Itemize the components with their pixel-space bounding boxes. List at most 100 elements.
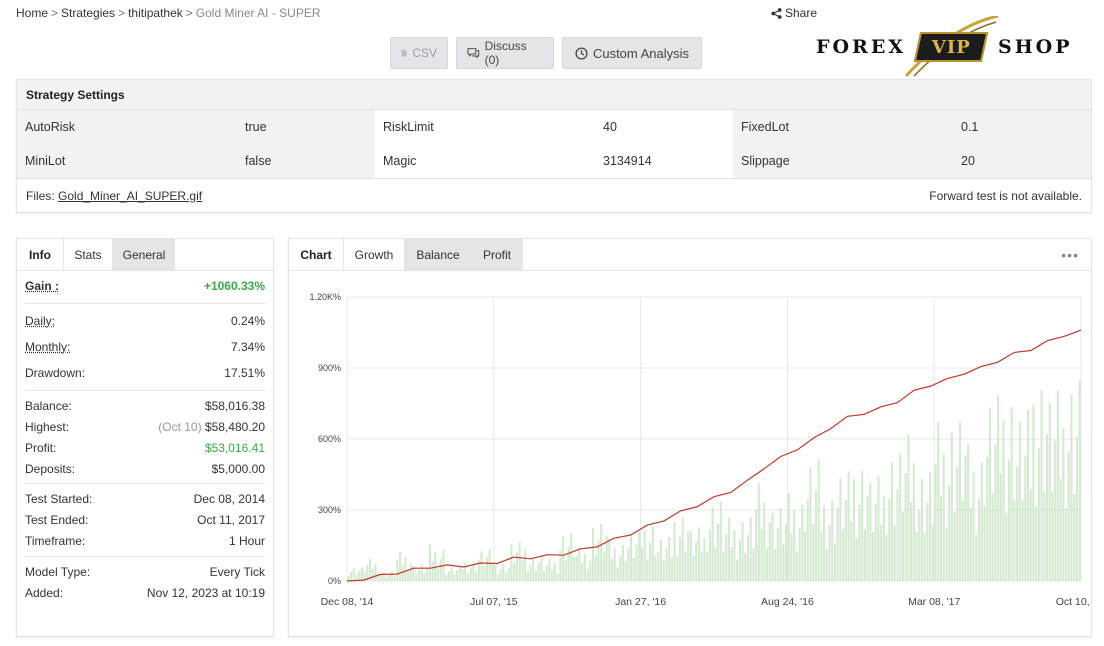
volume-bar xyxy=(581,562,584,581)
share-icon xyxy=(771,7,782,19)
volume-bar xyxy=(910,502,913,581)
volume-bar xyxy=(1073,493,1076,581)
setting-key: RiskLimit xyxy=(383,120,434,134)
tab-stats[interactable]: Stats xyxy=(63,239,113,270)
volume-bar xyxy=(673,522,676,581)
stat-value: Every Tick xyxy=(209,564,265,579)
volume-bar xyxy=(485,557,489,581)
volume-bar xyxy=(812,523,815,581)
volume-bar xyxy=(880,524,883,581)
stats-tabs: Info Stats General xyxy=(17,239,273,271)
volume-bar xyxy=(518,541,521,581)
logo-word-right: SHOP xyxy=(998,36,1073,58)
volume-bar xyxy=(784,523,788,581)
volume-bar xyxy=(621,544,624,581)
tab-chart[interactable]: Chart xyxy=(289,239,343,270)
tab-growth[interactable]: Growth xyxy=(343,239,405,270)
file-icon xyxy=(401,49,407,57)
more-options-icon[interactable]: ••• xyxy=(1061,247,1079,263)
volume-bar xyxy=(795,551,798,581)
file-link[interactable]: Gold_Miner_AI_SUPER.gif xyxy=(58,189,202,203)
volume-bar xyxy=(937,422,940,581)
y-tick-label: 900% xyxy=(318,363,341,373)
breadcrumb-strategies[interactable]: Strategies xyxy=(61,6,115,20)
volume-bar xyxy=(1067,451,1070,581)
breadcrumb: Home > Strategies > thitipathek > Gold Miner A… xyxy=(16,6,321,20)
setting-key: Slippage xyxy=(741,154,790,168)
tab-balance[interactable]: Balance xyxy=(405,239,471,270)
volume-bar xyxy=(866,495,869,581)
volume-bar xyxy=(695,541,698,581)
volume-bar xyxy=(790,533,793,581)
volume-bar xyxy=(847,471,850,581)
volume-bar xyxy=(445,575,448,581)
volume-bar xyxy=(415,574,418,581)
tab-info[interactable]: Info xyxy=(17,239,63,270)
breadcrumb-user[interactable]: thitipathek xyxy=(128,6,183,20)
volume-bar xyxy=(540,555,543,581)
volume-bar xyxy=(782,544,785,581)
volume-bar xyxy=(396,559,399,581)
share-button[interactable]: Share xyxy=(771,6,817,20)
volume-bar xyxy=(833,543,837,581)
volume-bar xyxy=(488,549,491,581)
tab-profit[interactable]: Profit xyxy=(471,239,523,270)
tab-general[interactable]: General xyxy=(113,239,175,270)
volume-bar xyxy=(426,568,429,581)
volume-bar xyxy=(654,555,657,581)
volume-bar xyxy=(912,463,915,581)
volume-bar xyxy=(1059,478,1062,581)
forward-test-note: Forward test is not available. xyxy=(929,188,1082,203)
volume-bar xyxy=(991,493,994,581)
volume-bar xyxy=(757,483,760,581)
stat-label: Test Started: xyxy=(25,491,93,506)
volume-bar xyxy=(632,557,635,581)
setting-fixedlot: FixedLot 0.1 xyxy=(733,110,1091,144)
volume-bar xyxy=(708,529,711,581)
volume-bar xyxy=(594,556,597,581)
volume-bar xyxy=(635,545,638,581)
volume-bar xyxy=(678,536,682,581)
stat-label: Deposits: xyxy=(25,461,76,476)
custom-analysis-label: Custom Analysis xyxy=(592,45,690,61)
stat-label: Model Type: xyxy=(25,564,91,579)
stat-model-type: Model Type: Every Tick xyxy=(25,561,265,582)
custom-analysis-button[interactable]: Custom Analysis xyxy=(562,37,702,69)
y-tick-label: 300% xyxy=(318,505,341,515)
volume-bar xyxy=(602,552,605,581)
volume-bar xyxy=(969,507,972,581)
setting-risklimit: RiskLimit 40 xyxy=(375,110,733,144)
volume-bar xyxy=(681,517,684,581)
discuss-button[interactable]: Discuss (0) xyxy=(456,37,554,69)
chart-panel: Chart Growth Balance Profit ••• 0% 300% 60… xyxy=(288,238,1104,637)
stat-value: Nov 12, 2023 at 10:19 xyxy=(146,585,265,600)
volume-bar xyxy=(714,546,717,581)
volume-bar xyxy=(385,577,388,581)
volume-bar xyxy=(659,539,663,581)
csv-button[interactable]: CSV xyxy=(390,37,448,69)
stat-timeframe: Timeframe: 1 Hour xyxy=(25,530,265,552)
breadcrumb-home[interactable]: Home xyxy=(16,6,48,20)
volume-bar xyxy=(388,574,391,581)
volume-bar xyxy=(901,511,904,581)
volume-bar xyxy=(572,556,576,581)
volume-bar xyxy=(893,525,896,581)
volume-bar xyxy=(534,570,537,581)
volume-bar xyxy=(423,572,426,581)
volume-bar xyxy=(717,523,720,581)
volume-bar xyxy=(972,471,975,581)
volume-bar xyxy=(749,517,752,581)
volume-bar xyxy=(725,534,728,581)
volume-bar xyxy=(469,567,472,581)
volume-bar xyxy=(931,525,934,581)
volume-bar xyxy=(839,478,842,581)
volume-bar xyxy=(456,570,459,581)
y-tick-label: 1.20K% xyxy=(309,292,341,302)
volume-bar xyxy=(586,569,589,581)
stat-test-ended: Test Ended: Oct 11, 2017 xyxy=(25,509,265,530)
volume-bar xyxy=(999,473,1002,581)
volume-bar xyxy=(466,573,470,581)
volume-bar xyxy=(814,491,818,581)
stat-value: Oct 11, 2017 xyxy=(197,512,265,527)
volume-bar xyxy=(869,482,872,581)
